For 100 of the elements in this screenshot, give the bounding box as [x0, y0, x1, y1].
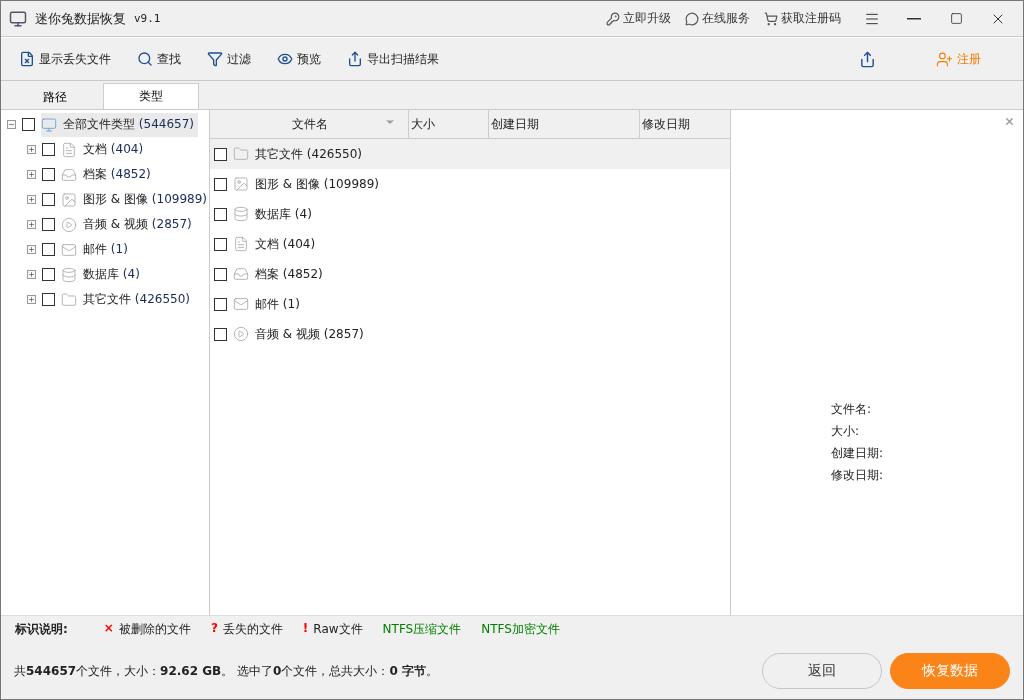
play-icon: [61, 216, 77, 233]
filter-icon: [207, 51, 223, 67]
checkbox[interactable]: [214, 147, 227, 161]
toolbar-button[interactable]: 查找: [137, 50, 181, 68]
legend-label: NTFS加密文件: [481, 621, 560, 638]
expand-toggle[interactable]: [27, 245, 36, 254]
legend-label: NTFS压缩文件: [382, 621, 462, 638]
preview-field-label: 大小:: [830, 423, 860, 440]
tree-item[interactable]: 全部文件类型 (544657): [41, 112, 198, 137]
image-icon: [233, 176, 249, 192]
play-icon: [233, 326, 249, 342]
database-icon: [233, 206, 249, 222]
column-header[interactable]: 修改日期: [640, 110, 731, 138]
tree-item[interactable]: 图形 & 图像 (109989): [61, 187, 211, 212]
folder-icon: [61, 291, 77, 308]
minimize-icon: [907, 17, 921, 20]
checkbox[interactable]: [214, 237, 227, 251]
share-icon[interactable]: [859, 50, 876, 68]
envelope-icon: [61, 241, 77, 258]
window-title: 迷你兔数据恢复: [35, 9, 126, 28]
maximize-icon: [949, 12, 963, 25]
preview-field-label: 文件名:: [830, 401, 872, 418]
expand-toggle[interactable]: [27, 270, 36, 279]
plus-icon: [28, 296, 35, 303]
close-icon: [1004, 116, 1015, 127]
header-link[interactable]: 在线服务: [685, 10, 750, 27]
tree-item[interactable]: 文档 (404): [61, 137, 148, 162]
file-name: 邮件 (1): [255, 295, 300, 313]
toolbar-button[interactable]: 过滤: [207, 50, 251, 68]
checkbox[interactable]: [42, 143, 55, 156]
expand-toggle[interactable]: [27, 220, 36, 229]
plus-icon: [28, 221, 35, 228]
expand-toggle[interactable]: [7, 120, 16, 129]
chat-icon: [685, 11, 699, 26]
legend-label: 被删除的文件: [118, 621, 191, 638]
plus-icon: [28, 246, 35, 253]
checkbox[interactable]: [42, 168, 55, 181]
tab[interactable]: 类型: [103, 83, 199, 109]
version-label: v9.1: [134, 12, 161, 25]
minus-icon: [8, 121, 15, 128]
document-icon: [61, 141, 77, 158]
legend-label: 丢失的文件: [222, 621, 283, 638]
eye-icon: [277, 51, 293, 67]
file-name: 图形 & 图像 (109989): [255, 175, 379, 193]
cart-icon: [764, 11, 778, 26]
file-x-icon: [19, 51, 35, 67]
legend-title: 标识说明:: [15, 621, 68, 638]
file-name: 档案 (4852): [255, 265, 323, 283]
checkbox[interactable]: [42, 193, 55, 206]
tree-item[interactable]: 邮件 (1): [61, 237, 132, 262]
monitor-icon: [41, 116, 57, 133]
plus-icon: [28, 146, 35, 153]
checkbox[interactable]: [42, 293, 55, 306]
checkbox[interactable]: [214, 267, 227, 281]
file-name: 其它文件 (426550): [255, 145, 362, 163]
share-icon: [347, 51, 363, 67]
checkbox[interactable]: [214, 177, 227, 191]
tree-item[interactable]: 数据库 (4): [61, 262, 144, 287]
checkbox[interactable]: [214, 297, 227, 311]
search-icon: [137, 51, 153, 67]
user-plus-icon: [936, 50, 953, 68]
header-link[interactable]: 立即升级: [606, 10, 671, 27]
legend-label: Raw文件: [313, 621, 363, 638]
toolbar-button[interactable]: 显示丢失文件: [19, 50, 111, 68]
plus-icon: [28, 171, 35, 178]
back-button[interactable]: 返回: [762, 653, 882, 689]
checkbox[interactable]: [42, 243, 55, 256]
envelope-icon: [233, 296, 249, 312]
checkbox[interactable]: [214, 327, 227, 341]
header-link[interactable]: 获取注册码: [764, 10, 841, 27]
checkbox[interactable]: [42, 218, 55, 231]
preview-field-label: 修改日期:: [830, 467, 883, 484]
table-row[interactable]: 其它文件 (426550): [210, 139, 730, 169]
database-icon: [61, 266, 77, 283]
column-header[interactable]: 文件名: [210, 110, 409, 138]
column-header[interactable]: 创建日期: [489, 110, 640, 138]
preview-field-label: 创建日期:: [830, 445, 883, 462]
column-header[interactable]: 大小: [409, 110, 489, 138]
file-name: 数据库 (4): [255, 205, 312, 223]
folder-icon: [233, 146, 249, 162]
status-text: 共544657个文件，大小：92.62 GB。 选中了0个文件，总共大小：0 字节。: [14, 662, 439, 680]
document-icon: [233, 236, 249, 252]
toolbar-button[interactable]: 导出扫描结果: [347, 50, 439, 68]
checkbox[interactable]: [214, 207, 227, 221]
expand-toggle[interactable]: [27, 145, 36, 154]
close-button[interactable]: [1004, 116, 1015, 127]
tree-item[interactable]: 音频 & 视频 (2857): [61, 212, 196, 237]
tree-item[interactable]: 其它文件 (426550): [61, 287, 194, 312]
tree-item[interactable]: 档案 (4852): [61, 162, 155, 187]
checkbox[interactable]: [42, 268, 55, 281]
expand-toggle[interactable]: [27, 295, 36, 304]
checkbox[interactable]: [22, 118, 35, 131]
file-name: 音频 & 视频 (2857): [255, 325, 364, 343]
legend-mark: !: [302, 621, 309, 637]
expand-toggle[interactable]: [27, 170, 36, 179]
toolbar-button[interactable]: 预览: [277, 50, 321, 68]
tab[interactable]: 路径: [7, 85, 103, 109]
file-name: 文档 (404): [255, 235, 316, 253]
expand-toggle[interactable]: [27, 195, 36, 204]
image-icon: [61, 191, 77, 208]
